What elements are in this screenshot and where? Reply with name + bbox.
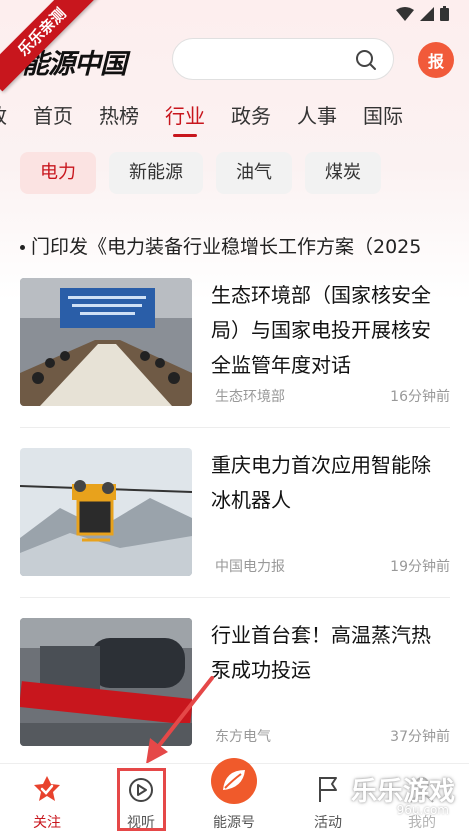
tab-home[interactable]: 首页	[33, 100, 73, 129]
news-title: 行业首台套！高温蒸汽热泵成功投运	[211, 623, 431, 682]
signal-icon	[420, 6, 434, 21]
chip-oil-gas[interactable]: 油气	[216, 152, 292, 194]
search-input[interactable]	[172, 38, 394, 80]
status-bar	[396, 6, 449, 21]
tab-government[interactable]: 政务	[231, 100, 271, 129]
divider	[20, 427, 450, 428]
tab-hot[interactable]: 热榜	[99, 100, 139, 129]
headline-ticker[interactable]: 门印发《电力装备行业稳增长工作方案（2025	[20, 232, 469, 259]
leaf-logo-icon	[211, 758, 257, 804]
nav-follow[interactable]: 关注	[12, 764, 82, 833]
news-item[interactable]: 行业首台套！高温蒸汽热泵成功投运 东方电气 37分钟前	[20, 618, 450, 748]
news-time: 37分钟前	[390, 729, 450, 745]
news-thumbnail-meeting	[20, 278, 192, 406]
search-icon[interactable]	[355, 49, 377, 71]
news-source: 东方电气	[215, 729, 271, 745]
tab-politics-partial[interactable]: 政	[0, 100, 7, 129]
news-item[interactable]: 生态环境部（国家核安全局）与国家电投开展核安全监管年度对话 生态环境部 16分钟…	[20, 278, 450, 408]
site-watermark: 乐乐游戏 96u.com	[351, 769, 463, 829]
bullet-icon	[20, 245, 25, 250]
nav-label: 关注	[33, 815, 61, 831]
subcategory-chips: 电力 新能源 油气 煤炭	[20, 152, 381, 194]
nav-energy-account[interactable]: 能源号	[199, 758, 269, 833]
news-thumbnail-robot	[20, 448, 192, 576]
category-tabs: 政 首页 热榜 行业 政务 人事 国际	[0, 100, 429, 137]
news-title: 重庆电力首次应用智能除冰机器人	[211, 453, 431, 512]
report-button[interactable]: 报	[418, 42, 454, 78]
battery-icon	[440, 6, 449, 21]
wifi-icon	[396, 6, 414, 21]
news-source: 中国电力报	[215, 559, 285, 575]
watermark-url: 96u.com	[396, 803, 449, 817]
chip-coal[interactable]: 煤炭	[305, 152, 381, 194]
divider	[20, 597, 450, 598]
chip-new-energy[interactable]: 新能源	[109, 152, 203, 194]
annotation-highlight-box	[117, 768, 166, 831]
annotation-arrow-icon	[146, 676, 214, 764]
headline-text: 门印发《电力装备行业稳增长工作方案（2025	[31, 236, 422, 258]
news-title: 生态环境部（国家核安全局）与国家电投开展核安全监管年度对话	[211, 283, 431, 377]
tab-industry[interactable]: 行业	[165, 100, 205, 137]
tab-personnel[interactable]: 人事	[297, 100, 337, 129]
tab-international[interactable]: 国际	[363, 100, 403, 129]
star-badge-icon	[34, 776, 60, 801]
chip-electricity[interactable]: 电力	[20, 152, 96, 194]
nav-label: 能源号	[213, 815, 255, 831]
news-time: 16分钟前	[390, 389, 450, 405]
news-source: 生态环境部	[215, 389, 285, 405]
news-time: 19分钟前	[390, 559, 450, 575]
flag-icon	[319, 777, 337, 802]
news-item[interactable]: 重庆电力首次应用智能除冰机器人 中国电力报 19分钟前	[20, 448, 450, 578]
